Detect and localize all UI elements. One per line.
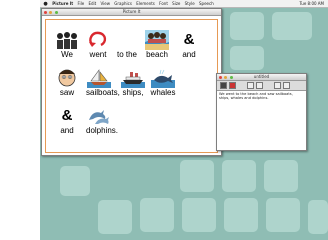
text-area[interactable]: We went to the beach and saw sailboats, … <box>217 91 306 102</box>
wallpaper-tile <box>264 160 298 192</box>
wallpaper-tile <box>222 160 256 192</box>
close-button[interactable] <box>44 11 47 14</box>
menu-view[interactable]: View <box>101 1 111 6</box>
document-titlebar[interactable]: Picture It <box>42 9 221 16</box>
minimize-button[interactable] <box>224 76 228 79</box>
wallpaper-tile <box>98 200 132 234</box>
symbol-cell-saw[interactable]: saw <box>54 68 80 97</box>
symbol-cell-and-2[interactable]: & and <box>54 106 80 135</box>
zoom-button[interactable] <box>54 11 58 14</box>
font-icon[interactable] <box>274 82 281 89</box>
symbol-word: and <box>182 50 196 59</box>
zoom-button[interactable] <box>229 76 233 79</box>
symbol-word: and <box>60 126 74 135</box>
symbol-cell-dolphins[interactable]: dolphins. <box>86 106 119 135</box>
ship-icon <box>121 72 145 88</box>
dolphins-icon <box>89 110 109 124</box>
wallpaper-tile <box>230 46 264 70</box>
menu-clock[interactable]: Tue 8:00 AM <box>299 0 324 7</box>
wallpaper-tile <box>140 198 174 232</box>
beach-icon <box>145 30 169 50</box>
symbol-cell-went[interactable]: went <box>85 30 111 59</box>
desktop: ● Picture It File Edit View Graphics Ele… <box>40 0 328 240</box>
picture-document-window: Picture It We went to the beach & and sa… <box>41 8 222 156</box>
symbol-cell-whales[interactable]: whales <box>150 68 176 97</box>
picture-canvas[interactable]: We went to the beach & and saw sailboats… <box>45 19 218 153</box>
ampersand-symbol: & <box>61 107 73 124</box>
ampersand-symbol: & <box>183 31 195 48</box>
menu-graphics[interactable]: Graphics <box>114 1 132 6</box>
minimize-button[interactable] <box>49 11 53 14</box>
print-icon[interactable] <box>283 82 290 89</box>
menu-style[interactable]: Style <box>185 1 195 6</box>
symbol-word: to the <box>116 50 137 59</box>
close-button[interactable] <box>219 76 222 79</box>
menu-speech[interactable]: Speech <box>199 1 214 6</box>
blank-symbol <box>115 30 139 50</box>
curved-arrow-icon <box>89 31 107 47</box>
text-window-toolbar <box>217 81 306 91</box>
menu-file[interactable]: File <box>77 1 84 6</box>
symbol-word: sailboats, <box>86 88 120 97</box>
menu-edit[interactable]: Edit <box>88 1 96 6</box>
wallpaper-tile <box>224 198 258 232</box>
wallpaper-tile <box>272 12 312 40</box>
text-window-title: untitled <box>253 74 270 79</box>
pause-icon[interactable] <box>247 82 254 89</box>
symbol-word: We <box>61 50 73 59</box>
symbol-cell-we[interactable]: We <box>54 30 80 59</box>
menu-app-name[interactable]: Picture It <box>52 1 73 6</box>
wallpaper-tile <box>182 198 216 232</box>
symbol-cell-beach[interactable]: beach <box>144 30 170 59</box>
symbol-cell-ships[interactable]: ships, <box>120 68 146 97</box>
eye-face-icon <box>58 69 76 87</box>
settings-icon[interactable] <box>256 82 263 89</box>
untitled-text-window: untitled We went to the beach and saw sa… <box>216 73 307 151</box>
menu-size[interactable]: Size <box>172 1 180 6</box>
apple-menu-icon[interactable]: ● <box>43 1 48 8</box>
symbol-word: whales <box>150 88 176 97</box>
wallpaper-tile <box>266 198 300 232</box>
symbol-word: beach <box>146 50 168 59</box>
wallpaper-tile <box>308 200 328 234</box>
symbol-word: ships, <box>122 88 144 97</box>
menu-font[interactable]: Font <box>159 1 168 6</box>
speak-icon[interactable] <box>220 82 227 89</box>
wallpaper-tile <box>180 160 214 192</box>
menu-bar: ● Picture It File Edit View Graphics Ele… <box>40 0 328 8</box>
stop-icon[interactable] <box>229 82 236 89</box>
document-title: Picture It <box>122 9 141 14</box>
symbol-cell-sailboats[interactable]: sailboats, <box>86 68 120 97</box>
symbol-word: dolphins. <box>86 126 119 135</box>
symbol-word: saw <box>59 88 75 97</box>
text-window-titlebar[interactable]: untitled <box>217 74 306 81</box>
symbol-word: went <box>89 50 107 59</box>
menu-elements[interactable]: Elements <box>136 1 155 6</box>
wallpaper-tile <box>230 12 264 40</box>
symbol-cell-and[interactable]: & and <box>176 30 202 59</box>
wallpaper-tile <box>60 166 90 196</box>
whale-icon <box>151 69 175 88</box>
sailboat-icon <box>87 69 111 88</box>
symbol-cell-to-the[interactable]: to the <box>114 30 140 59</box>
group-of-people-icon <box>57 32 77 49</box>
